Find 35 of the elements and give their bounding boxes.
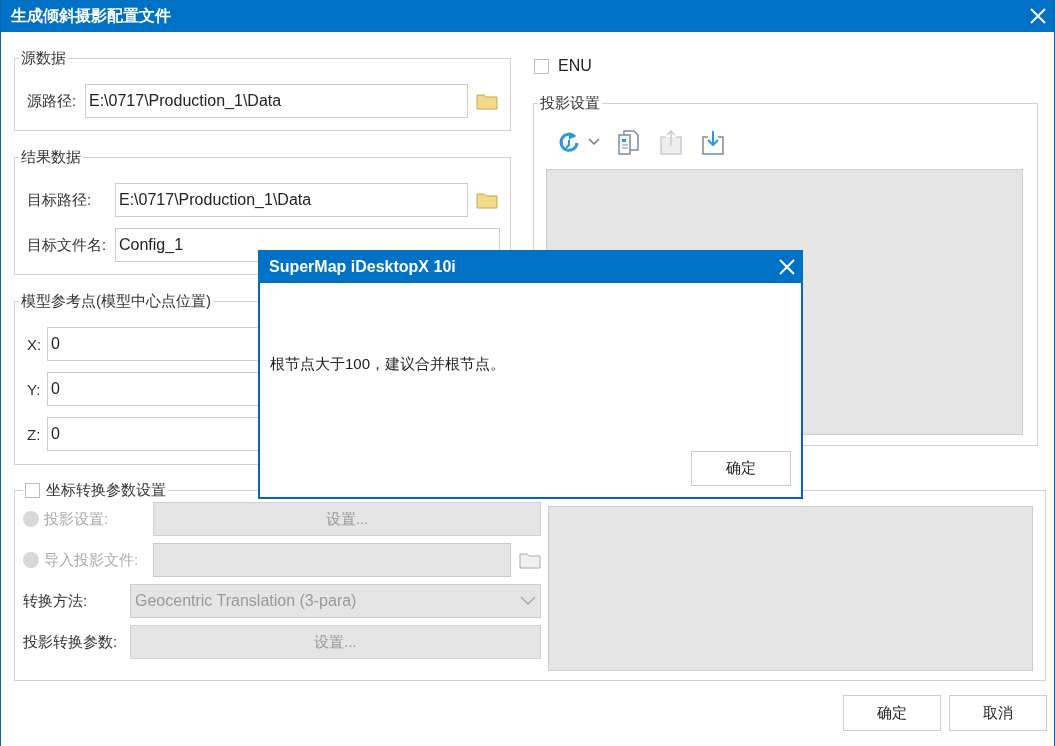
dialog-button[interactable]: 确定 <box>843 695 941 731</box>
folder-icon[interactable] <box>476 191 498 209</box>
group-title: 源数据 <box>20 49 67 68</box>
checkbox[interactable] <box>534 58 549 74</box>
input-field[interactable] <box>153 543 511 577</box>
group-title: 结果数据 <box>20 148 82 167</box>
copy-icon[interactable] <box>616 128 642 156</box>
field-label: 导入投影文件: <box>44 550 140 570</box>
checkbox[interactable] <box>25 483 40 498</box>
field-label: 转换方法: <box>23 591 89 611</box>
field-label: X: <box>27 335 43 353</box>
input-field[interactable]: E:\0717\Production_1\Data <box>115 183 468 217</box>
import-icon[interactable] <box>700 128 726 156</box>
ok-button[interactable]: 确定 <box>691 451 791 486</box>
message-text: 根节点大于100，建议合并根节点。 <box>270 355 506 372</box>
field-label: 源路径: <box>27 91 78 111</box>
field-label: Z: <box>27 425 42 443</box>
checkbox-label: 坐标转换参数设置 <box>46 481 166 500</box>
folder-icon[interactable] <box>476 92 498 110</box>
chevron-icon <box>520 596 536 606</box>
field-label: 投影设置: <box>44 509 110 529</box>
dialog-button[interactable]: 取消 <box>949 695 1047 731</box>
field-label: 目标文件名: <box>27 235 108 255</box>
group-title: 模型参考点(模型中心点位置) <box>20 292 212 311</box>
field-label: Y: <box>27 380 42 398</box>
folder-icon[interactable] <box>519 551 541 569</box>
group-title: 投影设置 <box>539 94 601 113</box>
checkbox-label: ENU <box>558 57 592 75</box>
radio-button[interactable] <box>23 511 39 527</box>
input-field[interactable]: E:\0717\Production_1\Data <box>85 84 468 118</box>
field-label: 目标路径: <box>27 190 93 210</box>
field-label: 投影转换参数: <box>23 632 119 652</box>
caret-icon[interactable] <box>588 138 600 146</box>
radio-button[interactable] <box>23 552 39 568</box>
window-title: 生成倾斜摄影配置文件 <box>11 5 171 26</box>
